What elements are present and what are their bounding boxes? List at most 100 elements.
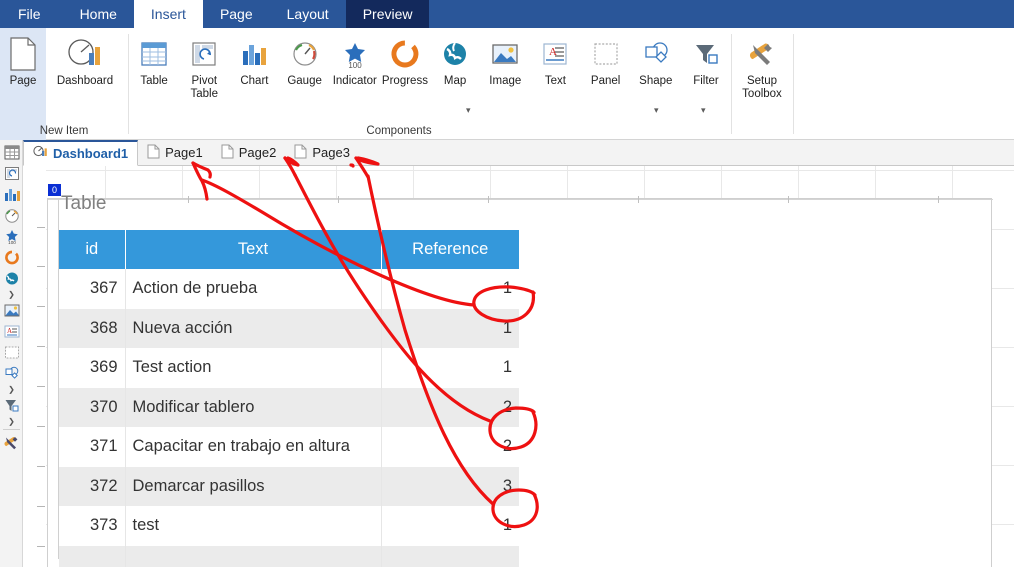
cell-reference: [381, 546, 519, 567]
ribbon-group-new-item-label: New Item: [0, 125, 128, 137]
table-row[interactable]: 368 Nueva acción 1: [59, 309, 519, 349]
table-header-row: id Text Reference: [59, 230, 519, 269]
ribbon-tab-page[interactable]: Page: [203, 0, 270, 28]
vertical-ruler: [23, 166, 46, 567]
column-header-reference[interactable]: Reference: [381, 230, 519, 269]
svg-text:100: 100: [348, 61, 362, 69]
dashboard-icon: [33, 145, 48, 162]
sheet-tab-dashboard1-label: Dashboard1: [53, 146, 128, 161]
ribbon-tab-bar: File Home Insert Page Layout Preview: [0, 0, 1014, 28]
cell-text: Test action: [125, 348, 381, 388]
ribbon-button-map[interactable]: Map: [430, 28, 480, 88]
toolstrip-image-icon[interactable]: [0, 300, 23, 321]
ribbon-button-text[interactable]: A Text: [530, 28, 580, 88]
filter-expand-chevron-icon[interactable]: ▾: [701, 106, 706, 114]
ribbon-button-image[interactable]: Image: [480, 28, 530, 88]
ribbon-button-table[interactable]: Table: [129, 28, 179, 88]
table-row[interactable]: 372 Demarcar pasillos 3: [59, 467, 519, 507]
toolstrip-chart-icon[interactable]: [0, 184, 23, 205]
toolstrip-filter-chevron-icon[interactable]: ❯: [0, 416, 23, 427]
ribbon-button-chart[interactable]: Chart: [229, 28, 279, 88]
sheet-tab-dashboard1[interactable]: Dashboard1: [23, 140, 138, 166]
table-row[interactable]: 370 Modificar tablero 2: [59, 388, 519, 428]
ribbon-tab-insert[interactable]: Insert: [134, 0, 203, 28]
ribbon-button-progress[interactable]: Progress: [380, 28, 430, 88]
shape-expand-chevron-icon[interactable]: ▾: [654, 106, 659, 114]
ribbon-button-filter-label: Filter: [693, 75, 719, 88]
ribbon-group-new-item: Page Dashboard New Item: [0, 28, 128, 140]
ribbon-button-page[interactable]: Page: [0, 28, 46, 140]
ribbon-tab-file[interactable]: File: [0, 0, 63, 28]
cell-id: 367: [59, 269, 125, 309]
toolstrip-pivot-table-icon[interactable]: [0, 163, 23, 184]
cell-id: 373: [59, 506, 125, 546]
toolstrip-filter-icon[interactable]: [0, 395, 23, 416]
sheet-tab-page2-label: Page2: [239, 145, 277, 160]
component-index-badge: 0: [48, 184, 61, 196]
ribbon-button-table-label: Table: [140, 75, 168, 88]
ribbon-button-panel[interactable]: Panel: [581, 28, 631, 88]
sheet-tab-page2[interactable]: Page2: [212, 140, 286, 166]
toolstrip-indicator-icon[interactable]: 100: [0, 226, 23, 247]
ribbon-button-indicator-label: Indicator: [333, 75, 377, 88]
ribbon-button-setup-toolbox[interactable]: Setup Toolbox: [733, 28, 791, 101]
ribbon-button-pivot-table[interactable]: Pivot Table: [179, 28, 229, 101]
ribbon-tab-preview[interactable]: Preview: [346, 0, 430, 28]
sheet-tab-bar: Dashboard1 Page1 Page2 Page3: [23, 140, 1014, 166]
ribbon-button-indicator[interactable]: 100 Indicator: [330, 28, 380, 88]
ribbon-tab-layout[interactable]: Layout: [270, 0, 346, 28]
ribbon-button-setup-toolbox-label: Setup Toolbox: [733, 75, 791, 101]
cell-reference: 1: [381, 506, 519, 546]
ribbon-button-filter[interactable]: Filter: [681, 28, 731, 88]
ribbon-button-gauge[interactable]: Gauge: [280, 28, 330, 88]
shape-icon: [640, 34, 672, 74]
cell-reference: 1: [381, 269, 519, 309]
toolstrip-progress-icon[interactable]: [0, 247, 23, 268]
table-row[interactable]: 369 Test action 1: [59, 348, 519, 388]
toolstrip-gauge-icon[interactable]: [0, 205, 23, 226]
toolstrip-panel-icon[interactable]: [0, 342, 23, 363]
ribbon-button-dashboard[interactable]: Dashboard: [46, 28, 124, 88]
toolstrip-divider: [3, 429, 20, 430]
column-header-text[interactable]: Text: [125, 230, 381, 269]
ribbon-button-progress-label: Progress: [382, 75, 428, 88]
ribbon-button-image-label: Image: [489, 75, 521, 88]
ribbon-button-shape[interactable]: Shape: [631, 28, 681, 88]
cell-id: 371: [59, 427, 125, 467]
design-canvas[interactable]: 0 Table id Text Reference 367 Action de …: [23, 166, 1014, 567]
progress-icon: [389, 34, 421, 74]
ribbon-tab-home[interactable]: Home: [63, 0, 134, 28]
table-row[interactable]: 367 Action de prueba 1: [59, 269, 519, 309]
table-row[interactable]: 371 Capacitar en trabajo en altura 2: [59, 427, 519, 467]
cell-text: Demarcar pasillos: [125, 467, 381, 507]
toolstrip-table-icon[interactable]: [0, 142, 23, 163]
cell-text: [125, 546, 381, 567]
sheet-tab-page1-label: Page1: [165, 145, 203, 160]
components-expand-chevron-icon[interactable]: ▾: [466, 106, 471, 114]
data-table[interactable]: id Text Reference 367 Action de prueba 1…: [59, 230, 519, 567]
cell-text: Modificar tablero: [125, 388, 381, 428]
sheet-tab-page3-label: Page3: [312, 145, 350, 160]
toolstrip-shape-icon[interactable]: [0, 363, 23, 384]
ribbon-button-text-label: Text: [545, 75, 566, 88]
ribbon-button-map-label: Map: [444, 75, 466, 88]
toolstrip-setup-toolbox-icon[interactable]: [0, 432, 23, 453]
dashboard-icon: [67, 34, 103, 74]
filter-icon: [690, 34, 722, 74]
toolstrip-text-icon[interactable]: A: [0, 321, 23, 342]
cell-text: Capacitar en trabajo en altura: [125, 427, 381, 467]
column-header-id[interactable]: id: [59, 230, 125, 269]
toolstrip-map-icon[interactable]: [0, 268, 23, 289]
toolstrip-shape-chevron-icon[interactable]: ❯: [0, 384, 23, 395]
sheet-tab-page3[interactable]: Page3: [285, 140, 359, 166]
cell-text: Nueva acción: [125, 309, 381, 349]
table-icon: [138, 34, 170, 74]
table-row-partial[interactable]: [59, 546, 519, 567]
toolstrip-map-chevron-icon[interactable]: ❯: [0, 289, 23, 300]
table-component[interactable]: 0 Table id Text Reference 367 Action de …: [59, 193, 519, 567]
sheet-tab-page1[interactable]: Page1: [138, 140, 212, 166]
table-row[interactable]: 373 test 1: [59, 506, 519, 546]
ribbon-group-components: Table Pivot Table: [129, 28, 731, 140]
page-icon: [221, 144, 234, 162]
component-title: Table: [59, 193, 519, 215]
